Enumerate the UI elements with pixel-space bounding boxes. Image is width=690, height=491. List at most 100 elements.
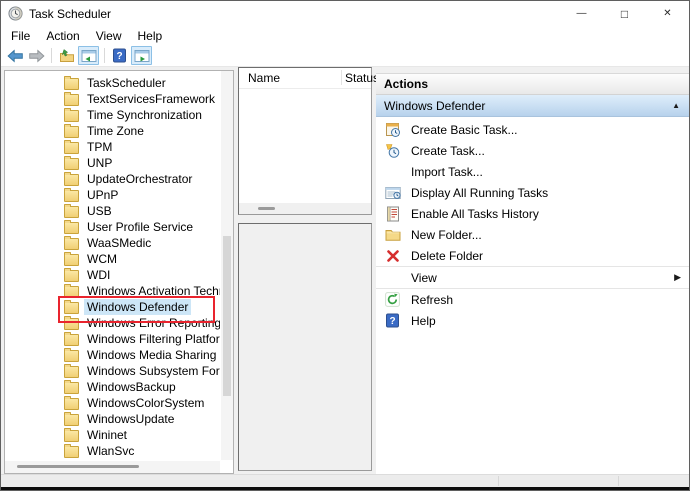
tree-item-label: User Profile Service bbox=[84, 219, 196, 235]
tree-item-unp[interactable]: UNP bbox=[5, 155, 220, 171]
folder-icon bbox=[64, 286, 79, 298]
actions-pane-title: Actions bbox=[376, 74, 689, 95]
tree-item-windows-filtering-platform[interactable]: Windows Filtering Platform bbox=[5, 331, 220, 347]
action-label: Import Task... bbox=[411, 165, 483, 179]
tree-item-user-profile-service[interactable]: User Profile Service bbox=[5, 219, 220, 235]
tree-item-wcm[interactable]: WCM bbox=[5, 251, 220, 267]
menu-file[interactable]: File bbox=[3, 28, 38, 44]
action-refresh[interactable]: Refresh bbox=[376, 289, 689, 310]
scrollbar-thumb[interactable] bbox=[258, 207, 275, 210]
action-create-task[interactable]: Create Task... bbox=[376, 140, 689, 161]
tree-item-time-zone[interactable]: Time Zone bbox=[5, 123, 220, 139]
console-tree-pane: TaskScheduler TextServicesFramework Time… bbox=[4, 70, 234, 474]
tree-item-windows-activation[interactable]: Windows Activation Techno bbox=[5, 283, 220, 299]
folder-icon bbox=[64, 334, 79, 346]
forward-icon bbox=[28, 49, 45, 63]
up-folder-button[interactable] bbox=[57, 46, 76, 65]
menu-action[interactable]: Action bbox=[38, 28, 87, 44]
action-view[interactable]: View ▶ bbox=[376, 267, 689, 288]
tree-item-time-synchronization[interactable]: Time Synchronization bbox=[5, 107, 220, 123]
minimize-button[interactable]: — bbox=[560, 1, 603, 26]
submenu-arrow-icon: ▶ bbox=[674, 272, 681, 283]
tree-item-tpm[interactable]: TPM bbox=[5, 139, 220, 155]
action-label: View bbox=[411, 271, 437, 285]
forward-button[interactable] bbox=[27, 46, 46, 65]
tree-item-windowsbackup[interactable]: WindowsBackup bbox=[5, 379, 220, 395]
tree-item-label: Windows Media Sharing bbox=[84, 347, 219, 363]
action-new-folder[interactable]: New Folder... bbox=[376, 224, 689, 245]
maximize-icon: □ bbox=[621, 8, 628, 20]
close-button[interactable]: ✕ bbox=[646, 1, 689, 26]
actions-list: Create Basic Task... Create Task... Impo… bbox=[376, 119, 689, 331]
column-header-name[interactable]: Name bbox=[248, 71, 280, 85]
no-icon bbox=[384, 269, 401, 286]
menu-help[interactable]: Help bbox=[130, 28, 171, 44]
scrollbar-thumb[interactable] bbox=[223, 236, 231, 396]
folder-icon bbox=[64, 270, 79, 282]
tree-item-wininet[interactable]: Wininet bbox=[5, 427, 220, 443]
action-create-basic-task[interactable]: Create Basic Task... bbox=[376, 119, 689, 140]
action-label: Refresh bbox=[411, 293, 453, 307]
tree-horizontal-scrollbar[interactable] bbox=[5, 461, 220, 473]
help-button[interactable]: ? bbox=[110, 46, 129, 65]
task-scheduler-window: Task Scheduler — □ ✕ File Action View He… bbox=[0, 0, 690, 491]
tree-item-label: WindowsUpdate bbox=[84, 411, 177, 427]
tree-item-windows-subsystem[interactable]: Windows Subsystem For Lin bbox=[5, 363, 220, 379]
action-display-all-running-tasks[interactable]: Display All Running Tasks bbox=[376, 182, 689, 203]
collapse-group-icon[interactable]: ▲ bbox=[672, 101, 680, 110]
tree-item-windows-media-sharing[interactable]: Windows Media Sharing bbox=[5, 347, 220, 363]
tree-item-upnp[interactable]: UPnP bbox=[5, 187, 220, 203]
action-import-task[interactable]: Import Task... bbox=[376, 161, 689, 182]
new-folder-icon bbox=[384, 226, 401, 243]
enable-all-tasks-history-icon bbox=[384, 205, 401, 222]
bottom-edge-strip bbox=[1, 487, 689, 491]
folder-icon bbox=[64, 78, 79, 90]
folder-icon bbox=[64, 174, 79, 186]
tree-vertical-scrollbar[interactable] bbox=[221, 71, 233, 460]
tree-item-textservicesframework[interactable]: TextServicesFramework bbox=[5, 91, 220, 107]
display-all-running-tasks-icon bbox=[384, 184, 401, 201]
show-hide-console-tree-button[interactable] bbox=[78, 46, 99, 65]
back-button[interactable] bbox=[6, 46, 25, 65]
toolbar-separator bbox=[51, 48, 52, 63]
tree-item-label-selected: Windows Defender bbox=[84, 299, 191, 315]
menu-view[interactable]: View bbox=[88, 28, 130, 44]
tree-item-label: Wininet bbox=[84, 427, 130, 443]
tree-item-label: Windows Filtering Platform bbox=[84, 331, 220, 347]
column-header-status[interactable]: Status bbox=[345, 71, 379, 85]
tree-item-wlansvc[interactable]: WlanSvc bbox=[5, 443, 220, 459]
list-horizontal-scrollbar[interactable] bbox=[239, 203, 371, 214]
show-hide-action-pane-button[interactable] bbox=[131, 46, 152, 65]
tree-item-label: WDI bbox=[84, 267, 113, 283]
folder-icon bbox=[64, 222, 79, 234]
create-task-icon bbox=[384, 142, 401, 159]
tree-item-taskscheduler[interactable]: TaskScheduler bbox=[5, 75, 220, 91]
tree-item-label: WlanSvc bbox=[84, 443, 137, 459]
tree-item-windowscolorsystem[interactable]: WindowsColorSystem bbox=[5, 395, 220, 411]
actions-group-header-windows-defender[interactable]: Windows Defender ▲ bbox=[376, 95, 689, 117]
tree-item-updateorchestrator[interactable]: UpdateOrchestrator bbox=[5, 171, 220, 187]
status-bar-separator bbox=[498, 476, 499, 486]
action-enable-all-tasks-history[interactable]: Enable All Tasks History bbox=[376, 203, 689, 224]
help-icon: ? bbox=[113, 48, 126, 63]
action-help[interactable]: ? Help bbox=[376, 310, 689, 331]
tree-item-waasmedic[interactable]: WaaSMedic bbox=[5, 235, 220, 251]
status-bar bbox=[1, 474, 689, 487]
folder-icon bbox=[64, 110, 79, 122]
folder-icon bbox=[64, 382, 79, 394]
svg-text:?: ? bbox=[116, 51, 122, 62]
create-basic-task-icon bbox=[384, 121, 401, 138]
tree-item-windows-defender[interactable]: Windows Defender bbox=[5, 299, 220, 315]
folder-icon bbox=[64, 350, 79, 362]
maximize-button[interactable]: □ bbox=[603, 1, 646, 26]
svg-text:?: ? bbox=[389, 316, 395, 327]
action-delete-folder[interactable]: Delete Folder bbox=[376, 245, 689, 266]
tree-item-windows-error-reporting[interactable]: Windows Error Reporting bbox=[5, 315, 220, 331]
column-separator[interactable] bbox=[341, 70, 342, 85]
tree-item-wdi[interactable]: WDI bbox=[5, 267, 220, 283]
tree-item-partial[interactable] bbox=[5, 459, 220, 460]
tree-item-usb[interactable]: USB bbox=[5, 203, 220, 219]
tree-item-windowsupdate[interactable]: WindowsUpdate bbox=[5, 411, 220, 427]
tree-item-label: WaaSMedic bbox=[84, 235, 154, 251]
scrollbar-thumb[interactable] bbox=[17, 465, 139, 468]
